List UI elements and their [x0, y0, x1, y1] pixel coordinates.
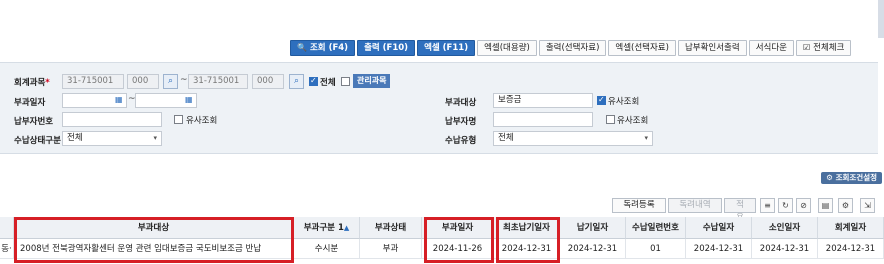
calendar-icon[interactable]: ▦	[115, 95, 123, 104]
header-postmark-date[interactable]: 소인일자	[752, 217, 818, 239]
top-bar	[0, 0, 884, 38]
manage-account-button[interactable]: 관리과목	[353, 74, 391, 88]
condition-settings-button[interactable]: ⚙ 조회조건설정	[821, 172, 882, 184]
excel-button[interactable]: 엑셀 (F11)	[417, 40, 476, 56]
header-due-date[interactable]: 납기일자	[560, 217, 626, 239]
collection-status-label: 수납상태구분	[14, 136, 61, 146]
header-collection-seq[interactable]: 수납일련번호	[626, 217, 686, 239]
result-grid: 부과대상 부과구분 1▲ 부과상태 부과일자 최초납기일자 납기일자 수납일련번…	[0, 217, 884, 264]
search-button[interactable]: 🔍 조회 (F4)	[290, 40, 356, 56]
manage-checkbox[interactable]	[341, 77, 350, 86]
export-icon[interactable]: ⇲	[860, 198, 875, 213]
account-to-sub[interactable]: 000	[252, 74, 284, 89]
window-edge	[878, 0, 884, 38]
table-row-collection-date[interactable]: 2024-12-31	[686, 239, 752, 259]
grid-settings-icon[interactable]: ▤	[818, 198, 833, 213]
first-col-fragment: 동·	[0, 239, 14, 259]
header-cut	[0, 217, 14, 239]
payer-name-label: 납부자명	[445, 117, 477, 127]
calendar-icon[interactable]: ▦	[185, 95, 193, 104]
checkbox-icon: ☑	[802, 43, 811, 52]
account-to-code[interactable]: 31-715001	[188, 74, 248, 89]
hide-icon[interactable]: ⊘	[796, 198, 811, 213]
levy-date-label: 부과일자	[14, 98, 46, 108]
similar-label-payer-no: 유사조회	[186, 116, 218, 126]
sort-icon[interactable]: ≡	[760, 198, 775, 213]
table-row-levy-date[interactable]: 2024-11-26	[422, 239, 494, 259]
search-panel: 회계과목* 31-715001 000 ⌕ ~ 31-715001 000 ⌕ …	[0, 62, 878, 154]
account-from-code[interactable]: 31-715001	[62, 74, 124, 89]
header-levy-date[interactable]: 부과일자	[422, 217, 494, 239]
similar-label-payer-name: 유사조회	[617, 116, 649, 126]
form-download-button[interactable]: 서식다운	[748, 40, 794, 56]
collection-status-select[interactable]: 전체 ▾	[62, 131, 162, 146]
chevron-down-icon: ▾	[153, 134, 157, 142]
payer-no-input[interactable]	[62, 112, 162, 127]
excel-large-button[interactable]: 엑셀(대용량)	[477, 40, 537, 56]
gear-icon[interactable]: ⚙	[838, 198, 853, 213]
search-icon: 🔍	[297, 43, 307, 52]
all-checkbox[interactable]	[309, 76, 318, 86]
print-selected-button[interactable]: 출력(선택자료)	[538, 40, 607, 56]
payer-no-label: 납부자번호	[14, 117, 54, 127]
collection-type-select[interactable]: 전체 ▾	[493, 131, 653, 146]
similar-checkbox-payer-no[interactable]	[174, 115, 183, 124]
table-row-seq[interactable]: 01	[626, 239, 686, 259]
header-levy-target[interactable]: 부과대상	[14, 217, 294, 239]
print-button[interactable]: 출력 (F10)	[357, 40, 416, 56]
account-from-sub[interactable]: 000	[127, 74, 159, 89]
account-to-search-icon[interactable]: ⌕	[289, 74, 304, 89]
header-first-due-date[interactable]: 최초납기일자	[494, 217, 560, 239]
individual-register-button[interactable]: 독려등록	[612, 198, 666, 213]
payment-confirm-print-button[interactable]: 납부확인서출력	[677, 40, 747, 56]
levy-target-label: 부과대상	[445, 98, 477, 108]
refresh-icon[interactable]: ↻	[778, 198, 793, 213]
table-row-first-due-date[interactable]: 2024-12-31	[494, 239, 560, 259]
similar-label-1: 유사조회	[608, 97, 640, 107]
main-toolbar: 🔍 조회 (F4) 출력 (F10) 엑셀 (F11) 엑셀(대용량) 출력(선택…	[290, 40, 852, 56]
excel-selected-button[interactable]: 엑셀(선택자료)	[608, 40, 676, 56]
collection-type-label: 수납유형	[445, 136, 477, 146]
levy-target-input[interactable]: 보증금	[493, 93, 593, 108]
all-label: 전체	[320, 78, 336, 88]
table-row-due-date[interactable]: 2024-12-31	[560, 239, 626, 259]
gear-icon: ⚙	[826, 173, 836, 182]
table-row-target[interactable]: 2008년 전북광역자활센터 운영 관련 임대보증금 국도비보조금 반납	[14, 239, 294, 259]
similar-checkbox-payer-name[interactable]	[606, 115, 615, 124]
table-row-status[interactable]: 부과	[360, 239, 422, 259]
chevron-down-icon: ▾	[644, 134, 648, 142]
header-levy-status[interactable]: 부과상태	[360, 217, 422, 239]
header-collection-date[interactable]: 수납일자	[686, 217, 752, 239]
range-tilde: ~	[180, 75, 188, 85]
sort-asc-icon: ▲	[343, 224, 350, 232]
payer-name-input[interactable]	[493, 112, 593, 127]
individual-history-button[interactable]: 독려내역	[668, 198, 722, 213]
table-row-accounting-date[interactable]: 2024-12-31	[818, 239, 884, 259]
table-row-type[interactable]: 수시분	[294, 239, 360, 259]
similar-checkbox-1[interactable]	[597, 95, 606, 105]
header-levy-type[interactable]: 부과구분 1▲	[294, 217, 360, 239]
table-row-postmark-date[interactable]: 2024-12-31	[752, 239, 818, 259]
account-label: 회계과목*	[14, 78, 50, 88]
account-from-search-icon[interactable]: ⌕	[163, 74, 178, 89]
header-accounting-date[interactable]: 회계일자	[818, 217, 884, 239]
apply-button[interactable]: 적용	[724, 198, 756, 223]
check-all-button[interactable]: ☑ 전체체크	[795, 40, 852, 56]
